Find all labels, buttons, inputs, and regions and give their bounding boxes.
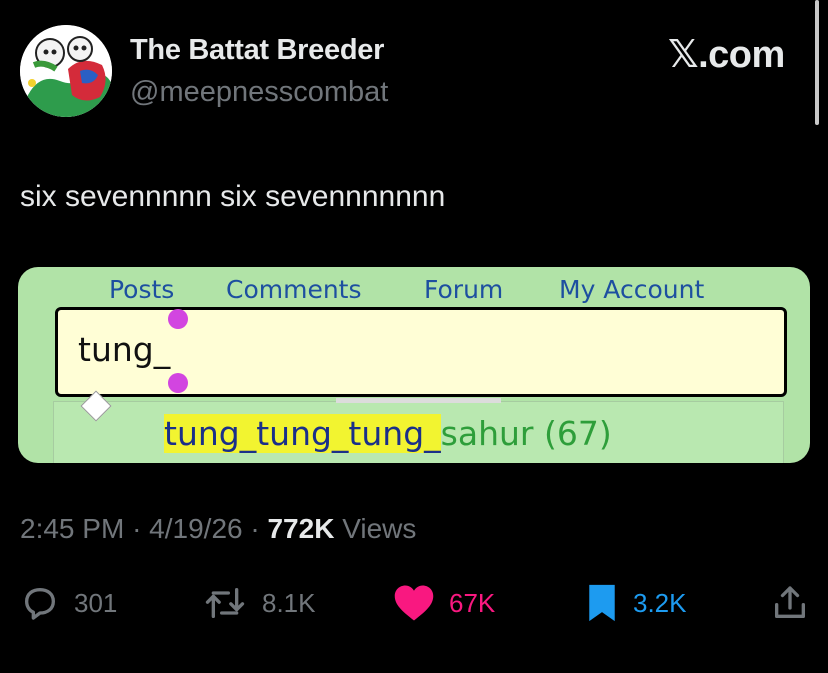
share-button[interactable]	[770, 583, 810, 623]
tweet-meta: 2:45 PM · 4/19/26 · 772K Views	[20, 513, 416, 545]
screenshot-search-field: tung_	[55, 307, 787, 397]
views-label: Views	[342, 513, 417, 544]
text-selection-handle-bottom	[168, 373, 188, 393]
search-field-value: tung_	[78, 330, 171, 369]
suggestion-rest-text: sahur (67)	[440, 414, 612, 453]
heart-icon	[394, 585, 434, 621]
reply-count: 301	[74, 587, 118, 618]
dropdown-divider	[336, 398, 501, 403]
reply-icon	[25, 588, 55, 620]
suggestion-match-text: tung_tung_tung_	[164, 414, 441, 453]
like-count: 67K	[449, 587, 496, 618]
screenshot-nav: Posts Comments Forum My Account	[18, 273, 810, 307]
bookmark-icon	[589, 584, 615, 622]
nav-forum: Forum	[424, 275, 504, 304]
autocomplete-dropdown: tung_tung_tung_sahur (67)	[53, 398, 784, 463]
views-count: 772K	[267, 513, 335, 544]
author-display-name[interactable]: The Battat Breeder	[130, 34, 384, 67]
share-icon	[775, 586, 805, 618]
reply-button[interactable]: 301	[20, 583, 117, 623]
nav-posts: Posts	[109, 275, 175, 304]
scrollbar[interactable]	[815, 0, 819, 125]
nav-my-account: My Account	[559, 275, 705, 304]
bookmark-count: 3.2K	[633, 587, 687, 618]
meta-separator: ·	[132, 513, 150, 544]
repost-count: 8.1K	[262, 587, 316, 618]
repost-icon	[205, 588, 245, 618]
bookmark-button[interactable]: 3.2K	[585, 583, 687, 623]
tweet-text: six sevennnnn six sevennnnnnn	[20, 180, 446, 213]
like-button[interactable]: 67K	[393, 583, 495, 623]
attached-screenshot[interactable]: Posts Comments Forum My Account tung_ tu…	[18, 267, 810, 463]
repost-button[interactable]: 8.1K	[202, 583, 316, 623]
avatar-art-icon	[20, 25, 112, 117]
author-handle[interactable]: @meepnesscombat	[130, 76, 388, 109]
autocomplete-suggestion: tung_tung_tung_sahur (67)	[164, 414, 612, 453]
author-avatar[interactable]	[20, 25, 112, 117]
meta-separator: ·	[250, 513, 268, 544]
tweet-time[interactable]: 2:45 PM	[20, 513, 124, 544]
text-selection-handle-top	[168, 309, 188, 329]
tweet-date[interactable]: 4/19/26	[149, 513, 242, 544]
x-logo: 𝕏.com	[668, 34, 785, 76]
nav-comments: Comments	[226, 275, 362, 304]
